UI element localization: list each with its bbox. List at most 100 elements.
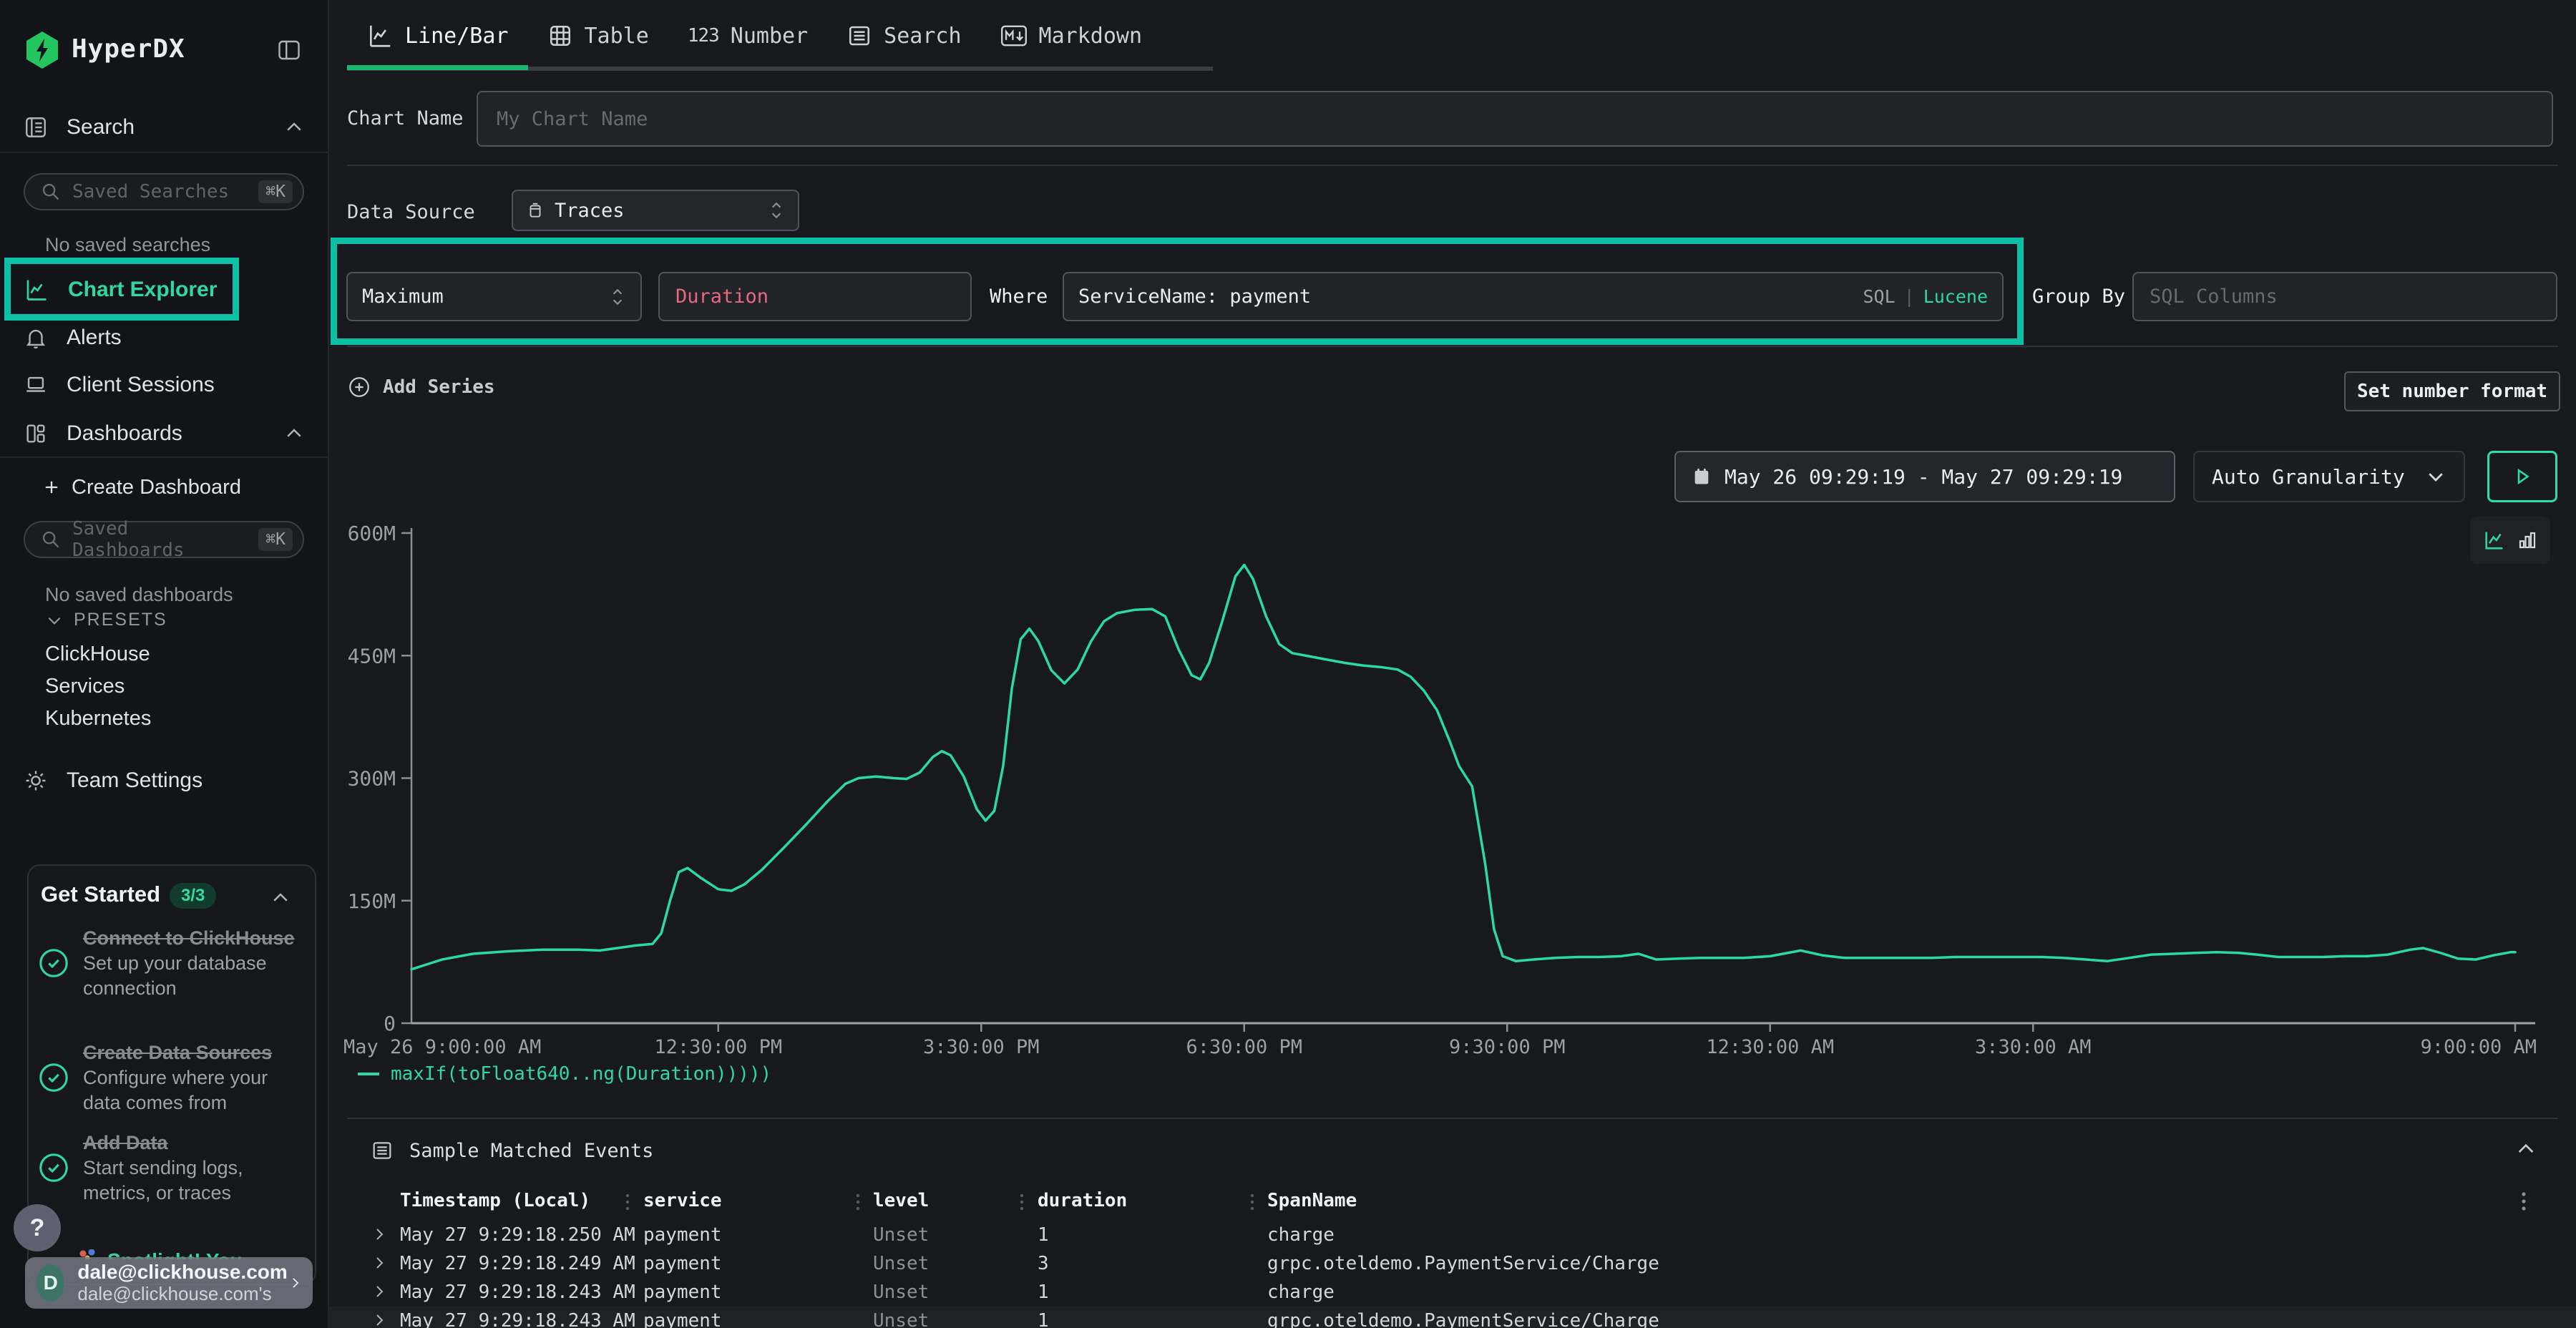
user-sub: dale@clickhouse.com's [77, 1284, 287, 1305]
table-row[interactable]: May 27 9:29:18.249 AMpaymentUnset3grpc.o… [329, 1249, 2576, 1278]
expand-row-icon[interactable] [371, 1283, 388, 1300]
preset-services[interactable]: Services [45, 675, 125, 698]
line-chart-toggle-icon[interactable] [2482, 528, 2507, 552]
get-started-item[interactable]: Add DataStart sending logs, metrics, or … [37, 1131, 309, 1205]
table-menu-icon[interactable] [2520, 1189, 2527, 1214]
main-content: Line/BarTable123NumberSearchMarkdown Cha… [329, 0, 2576, 1328]
get-started-item-subtitle: Set up your database connection [83, 952, 267, 999]
expand-row-icon[interactable] [371, 1226, 388, 1243]
dashboards-icon [24, 421, 48, 446]
chevron-up-icon[interactable] [270, 887, 291, 909]
get-started-item-title: Create Data Sources [83, 1042, 272, 1063]
create-dashboard-button[interactable]: Create Dashboard [0, 467, 329, 508]
divider [347, 346, 2558, 347]
presets-section-toggle[interactable]: PRESETS [45, 610, 167, 630]
x-tick-label: 3:30:00 AM [1975, 1036, 2092, 1058]
bar-chart-toggle-icon[interactable] [2517, 529, 2538, 551]
table-tab-icon [547, 23, 573, 49]
expand-row-icon[interactable] [371, 1254, 388, 1271]
aggregation-value: Maximum [362, 285, 609, 308]
chart-name-input[interactable]: My Chart Name [477, 91, 2553, 147]
select-chevrons-icon [768, 200, 785, 220]
expand-row-icon[interactable] [371, 1312, 388, 1328]
divider [0, 456, 329, 458]
date-range-value: May 26 09:29:19 - May 27 09:29:19 [1724, 465, 2122, 489]
column-drag-icon[interactable] [625, 1191, 630, 1213]
presets-label: PRESETS [74, 610, 167, 630]
table-cell: grpc.oteldemo.PaymentService/Charge [1267, 1310, 1659, 1328]
column-header[interactable]: level [873, 1190, 929, 1211]
table-cell: Unset [873, 1281, 929, 1303]
set-number-format-button[interactable]: Set number format [2344, 371, 2560, 411]
sidebar-item-dashboards[interactable]: Dashboards [0, 412, 329, 455]
sidebar: HyperDX Search Saved Searches ⌘K No save… [0, 0, 329, 1328]
column-header[interactable]: duration [1038, 1190, 1127, 1211]
select-chevrons-icon [609, 287, 626, 307]
markdown-tab-icon [1000, 24, 1028, 48]
table-row[interactable]: May 27 9:29:18.243 AMpaymentUnset1charge [329, 1278, 2576, 1307]
saved-dashboards-input[interactable]: Saved Dashboards ⌘K [24, 521, 304, 558]
saved-searches-input[interactable]: Saved Searches ⌘K [24, 173, 304, 210]
tab-table[interactable]: Table [528, 0, 668, 72]
sidebar-item-label: Search [67, 115, 135, 140]
sidebar-item-chart-explorer[interactable]: Chart Explorer [0, 268, 329, 312]
where-input[interactable]: ServiceName: payment SQL | Lucene [1063, 272, 2004, 321]
aggregation-select[interactable]: Maximum [346, 272, 642, 321]
search-tab-icon [847, 23, 872, 49]
column-header[interactable]: service [643, 1190, 722, 1211]
no-saved-dashboards-text: No saved dashboards [45, 584, 233, 606]
table-row[interactable]: May 27 9:29:18.243 AMpaymentUnset1grpc.o… [329, 1307, 2576, 1328]
add-series-label: Add Series [383, 376, 495, 398]
tab-search[interactable]: Search [827, 0, 980, 72]
table-cell: grpc.oteldemo.PaymentService/Charge [1267, 1253, 1659, 1274]
preset-clickhouse[interactable]: ClickHouse [45, 643, 150, 666]
timeseries-chart[interactable]: 0150M300M450M600MMay 26 9:00:00 AM12:30:… [329, 494, 2576, 1088]
group-by-label: Group By [2032, 272, 2125, 321]
column-header[interactable]: Timestamp (Local) [400, 1190, 590, 1211]
sidebar-item-alerts[interactable]: Alerts [0, 316, 329, 359]
sidebar-item-client-sessions[interactable]: Client Sessions [0, 363, 329, 406]
get-started-item[interactable]: Connect to ClickHouseSet up your databas… [37, 926, 309, 1000]
check-circle-icon [37, 1061, 70, 1094]
get-started-item[interactable]: Create Data SourcesConfigure where your … [37, 1040, 309, 1115]
tab-line-bar[interactable]: Line/Bar [347, 0, 528, 72]
table-cell: 3 [1038, 1253, 1049, 1274]
plus-icon [42, 477, 62, 497]
help-button[interactable]: ? [14, 1204, 61, 1251]
tab-markdown[interactable]: Markdown [981, 0, 1162, 72]
table-cell: Unset [873, 1224, 929, 1246]
preset-kubernetes[interactable]: Kubernetes [45, 707, 151, 731]
data-source-select[interactable]: Traces [512, 190, 799, 231]
tab-number[interactable]: 123Number [668, 0, 827, 72]
column-header[interactable]: SpanName [1267, 1190, 1357, 1211]
column-drag-icon[interactable] [1249, 1191, 1255, 1213]
sidebar-item-team-settings[interactable]: Team Settings [0, 758, 329, 803]
sidebar-collapse-icon[interactable] [276, 37, 302, 63]
divider [0, 152, 329, 153]
user-menu-chip[interactable]: D dale@clickhouse.com dale@clickhouse.co… [25, 1257, 313, 1309]
legend-line-swatch [358, 1073, 379, 1075]
table-cell: 1 [1038, 1281, 1049, 1303]
table-row[interactable]: May 27 9:29:18.250 AMpaymentUnset1charge [329, 1221, 2576, 1249]
shortcut-badge: ⌘K [258, 180, 293, 203]
column-drag-icon[interactable] [855, 1191, 861, 1213]
y-tick-label: 150M [348, 889, 396, 913]
get-started-item-subtitle: Start sending logs, metrics, or traces [83, 1157, 243, 1204]
table-cell: May 27 9:29:18.249 AM [400, 1253, 635, 1274]
search-icon [41, 182, 61, 202]
table-cell: payment [643, 1224, 722, 1246]
sidebar-item-search[interactable]: Search [0, 106, 329, 149]
add-series-button[interactable]: Add Series [347, 375, 495, 399]
circle-plus-icon [347, 375, 371, 399]
sql-mode-toggle[interactable]: SQL [1863, 286, 1895, 307]
column-drag-icon[interactable] [1019, 1191, 1025, 1213]
collapse-events-icon[interactable] [2514, 1138, 2537, 1161]
y-tick-label: 600M [348, 522, 396, 545]
lucene-mode-toggle[interactable]: Lucene [1923, 286, 1988, 307]
table-cell: 1 [1038, 1310, 1049, 1328]
get-started-card: Get Started 3/3 Connect to ClickHouseSet… [27, 864, 316, 1285]
table-cell: payment [643, 1253, 722, 1274]
field-input[interactable]: Duration [658, 272, 972, 321]
group-by-input[interactable]: SQL Columns [2132, 272, 2557, 321]
shortcut-badge: ⌘K [258, 528, 293, 551]
